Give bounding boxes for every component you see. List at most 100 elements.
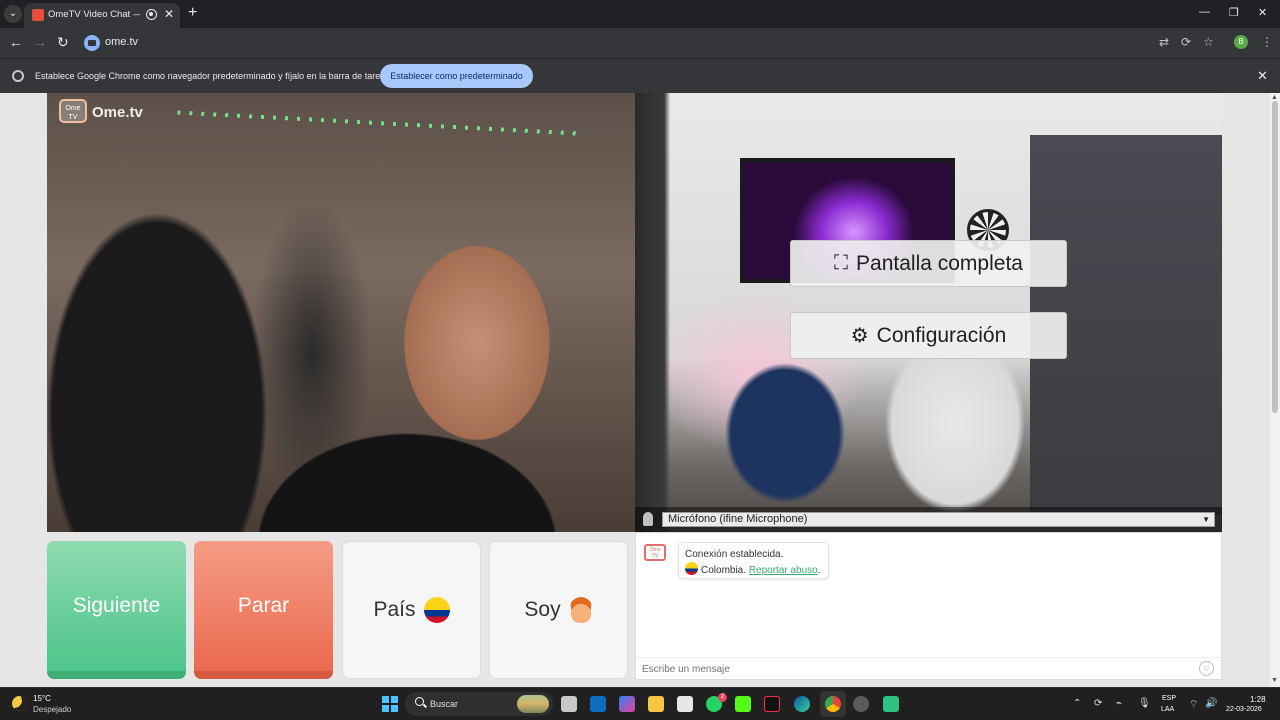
site-info-icon[interactable] bbox=[84, 35, 100, 51]
tab-bar: ⌄ OmeTV Video Chat — Ome ✕ + — ❐ ✕ bbox=[0, 0, 1280, 28]
chrome-icon bbox=[12, 70, 24, 82]
reload-icon[interactable]: ↻ bbox=[57, 34, 69, 51]
colombia-flag-icon bbox=[423, 597, 450, 623]
microphone-bar: Micrófono (ifine Microphone) ▼ bbox=[635, 507, 1222, 532]
default-browser-infobar: Establece Google Chrome como navegador p… bbox=[0, 58, 1280, 93]
taskbar-search[interactable]: Buscar bbox=[405, 692, 553, 716]
message-input[interactable] bbox=[642, 661, 1182, 677]
windows-start-icon[interactable] bbox=[382, 696, 398, 712]
forward-icon[interactable]: → bbox=[33, 34, 47, 50]
ometv-page: Ome TV Ome.tv ⛶ Pantalla completa ⚙ Conf… bbox=[0, 93, 1270, 687]
tiktok-icon[interactable] bbox=[764, 696, 780, 712]
string-lights bbox=[177, 110, 577, 136]
local-video: ⛶ Pantalla completa ⚙ Configuración Micr… bbox=[635, 93, 1222, 532]
system-message: Conexión establecida. Colombia. Reportar… bbox=[678, 542, 829, 579]
microphone-select-value: Micrófono (ifine Microphone) bbox=[668, 513, 808, 525]
microphone-icon bbox=[643, 512, 653, 526]
stop-label: Parar bbox=[237, 594, 290, 617]
country-button[interactable]: País bbox=[342, 541, 481, 679]
chrome-taskbar-icon[interactable] bbox=[825, 696, 841, 712]
window-close-icon[interactable]: ✕ bbox=[1258, 6, 1267, 19]
back-icon[interactable]: ← bbox=[9, 34, 23, 50]
window-restore-icon[interactable]: ❐ bbox=[1229, 6, 1239, 19]
scroll-thumb[interactable] bbox=[1272, 101, 1278, 413]
cast-icon[interactable]: ⟳ bbox=[1181, 35, 1191, 49]
infobar-close-icon[interactable]: ✕ bbox=[1257, 68, 1268, 84]
next-button[interactable]: Siguiente bbox=[47, 541, 186, 679]
recording-indicator-icon bbox=[146, 9, 157, 20]
tab-close-icon[interactable]: ✕ bbox=[164, 7, 174, 21]
bookmark-star-icon[interactable]: ☆ bbox=[1203, 35, 1214, 49]
windows-taskbar: 15°C Despejado Buscar 2 ⌃ ⟳ ⌁ 🎙 ESP LAA … bbox=[0, 687, 1280, 720]
weather-condition: Despejado bbox=[33, 705, 72, 714]
settings-button[interactable]: ⚙ Configuración bbox=[790, 312, 1067, 359]
partner-country-line: Colombia. Reportar abuso. bbox=[685, 562, 822, 578]
network-icon[interactable]: ⌁ bbox=[1116, 698, 1122, 709]
settings-app-icon[interactable] bbox=[853, 696, 869, 712]
scroll-down-icon[interactable]: ▼ bbox=[1271, 677, 1278, 684]
smiley-icon[interactable]: ☺ bbox=[1199, 661, 1214, 676]
ometv-tv-icon: Ome TV bbox=[59, 99, 87, 123]
page-scrollbar[interactable]: ▲ ▼ bbox=[1270, 93, 1280, 687]
tab-title: OmeTV Video Chat — Ome bbox=[48, 9, 140, 20]
clock-time[interactable]: 1:28 bbox=[1250, 695, 1266, 704]
chrome-menu-icon[interactable]: ⋮ bbox=[1261, 35, 1273, 49]
tab-search-chevron-icon[interactable]: ⌄ bbox=[4, 5, 22, 23]
wifi-icon[interactable]: ⌔ bbox=[1189, 698, 1198, 711]
window-minimize-icon[interactable]: — bbox=[1199, 6, 1210, 18]
keyboard-layout[interactable]: LAA bbox=[1161, 706, 1174, 713]
app-icon[interactable] bbox=[883, 696, 899, 712]
gender-label: Soy bbox=[524, 598, 561, 621]
report-suffix: . bbox=[817, 565, 821, 576]
microphone-select[interactable]: Micrófono (ifine Microphone) ▼ bbox=[662, 512, 1215, 527]
chat-panel: Ome TV Conexión establecida. Colombia. R… bbox=[635, 532, 1222, 680]
weather-temperature: 15°C bbox=[33, 694, 51, 703]
set-default-button[interactable]: Establecer como predeterminado bbox=[380, 64, 533, 88]
report-abuse-link[interactable]: Reportar abuso bbox=[749, 565, 818, 576]
fullscreen-button[interactable]: ⛶ Pantalla completa bbox=[790, 240, 1067, 287]
kick-icon[interactable] bbox=[735, 696, 751, 712]
tray-chevron-icon[interactable]: ⌃ bbox=[1073, 698, 1081, 709]
store-icon[interactable] bbox=[677, 696, 693, 712]
profile-avatar[interactable]: B bbox=[1234, 35, 1248, 49]
ometv-logo-text: Ome.tv bbox=[92, 104, 143, 121]
language-code[interactable]: ESP bbox=[1162, 695, 1176, 702]
photos-icon[interactable] bbox=[619, 696, 635, 712]
settings-label: Configuración bbox=[876, 323, 1007, 347]
scroll-up-icon[interactable]: ▲ bbox=[1271, 94, 1278, 101]
browser-toolbar: ← → ↻ ome.tv ⇄ ⟳ ☆ ⋮ bbox=[0, 28, 1280, 58]
task-view-icon[interactable] bbox=[561, 696, 577, 712]
stop-button[interactable]: Parar bbox=[194, 541, 333, 679]
colombia-flag-icon bbox=[685, 562, 698, 575]
boy-emoji-icon bbox=[568, 597, 593, 623]
country-label: País bbox=[373, 598, 416, 621]
outlook-icon[interactable] bbox=[590, 696, 606, 712]
new-tab-plus-icon[interactable]: + bbox=[188, 4, 197, 22]
weather-moon-icon[interactable] bbox=[12, 696, 27, 711]
ometv-chat-icon: Ome TV bbox=[644, 544, 666, 561]
next-label: Siguiente bbox=[72, 594, 161, 617]
search-icon bbox=[415, 697, 424, 706]
chat-input-area: ☺ bbox=[636, 657, 1221, 679]
translate-icon[interactable]: ⇄ bbox=[1159, 35, 1169, 49]
sync-icon[interactable]: ⟳ bbox=[1094, 698, 1102, 709]
address-bar[interactable]: ome.tv bbox=[80, 31, 1180, 55]
remote-video: Ome TV Ome.tv bbox=[47, 93, 635, 532]
search-label: Buscar bbox=[430, 699, 459, 709]
partner-country: Colombia. bbox=[701, 565, 747, 576]
ometv-favicon-icon bbox=[32, 9, 44, 21]
notification-badge: 2 bbox=[718, 693, 727, 702]
edge-icon[interactable] bbox=[794, 696, 810, 712]
fullscreen-icon: ⛶ bbox=[834, 252, 849, 274]
browser-tab-active[interactable]: OmeTV Video Chat — Ome ✕ bbox=[24, 3, 180, 28]
gear-icon: ⚙ bbox=[850, 325, 869, 347]
file-explorer-icon[interactable] bbox=[648, 696, 664, 712]
connection-status: Conexión establecida. bbox=[685, 549, 784, 560]
search-highlight-image bbox=[517, 695, 549, 713]
fullscreen-label: Pantalla completa bbox=[856, 251, 1023, 275]
gender-button[interactable]: Soy bbox=[489, 541, 628, 679]
volume-icon[interactable]: 🔊 bbox=[1205, 698, 1217, 709]
url-text: ome.tv bbox=[105, 36, 139, 48]
clock-date[interactable]: 22-03-2026 bbox=[1226, 706, 1262, 713]
microphone-tray-icon[interactable]: 🎙 bbox=[1138, 698, 1151, 709]
